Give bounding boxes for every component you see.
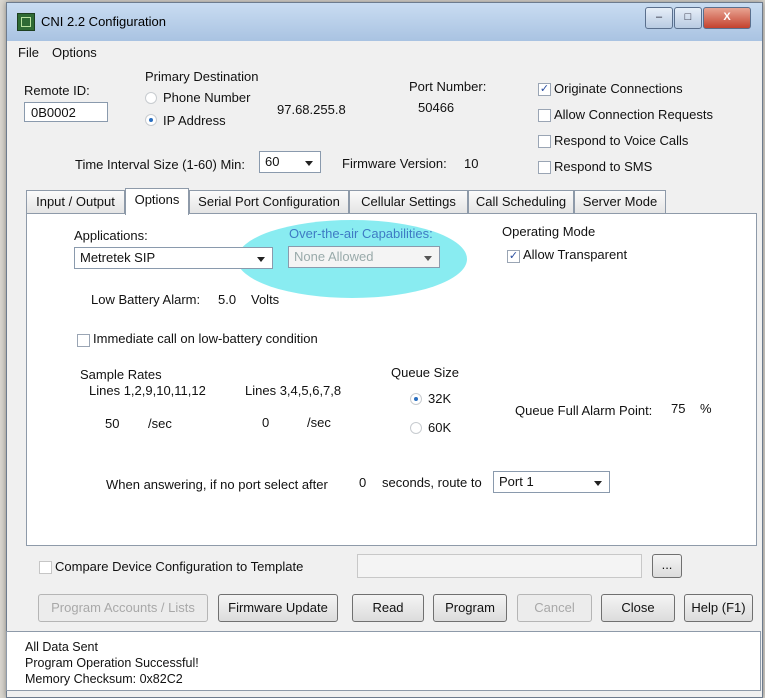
status-line: Program Operation Successful!: [25, 656, 199, 670]
compare-template-label: Compare Device Configuration to Template: [55, 559, 304, 574]
close-button[interactable]: Close: [601, 594, 675, 622]
allow-transparent-label: Allow Transparent: [523, 247, 628, 262]
tab-serial-port-configuration[interactable]: Serial Port Configuration: [189, 190, 349, 214]
chevron-down-icon: [424, 256, 432, 261]
rate-b-value[interactable]: 0: [262, 415, 269, 430]
ip-address-label: IP Address: [163, 113, 226, 128]
sample-rates-label: Sample Rates: [80, 367, 162, 382]
respond-sms-checkbox[interactable]: [538, 161, 551, 174]
program-button[interactable]: Program: [433, 594, 507, 622]
firmware-version-label: Firmware Version:: [342, 156, 447, 171]
chevron-down-icon: [305, 161, 313, 166]
route-port-value: Port 1: [499, 474, 534, 489]
tab-call-scheduling[interactable]: Call Scheduling: [468, 190, 574, 214]
ip-address-radio[interactable]: [145, 114, 157, 126]
respond-voice-calls-label: Respond to Voice Calls: [554, 133, 689, 148]
answer-seconds-value[interactable]: 0: [359, 475, 366, 490]
firmware-update-button[interactable]: Firmware Update: [218, 594, 338, 622]
phone-number-label: Phone Number: [163, 90, 251, 105]
maximize-button[interactable]: □: [674, 7, 702, 29]
allow-connection-requests-label: Allow Connection Requests: [554, 107, 713, 122]
menu-options[interactable]: Options: [52, 45, 97, 60]
route-port-select[interactable]: Port 1: [493, 471, 610, 493]
phone-number-radio[interactable]: [145, 92, 157, 104]
program-accounts-button[interactable]: Program Accounts / Lists: [38, 594, 208, 622]
answer-prefix-label: When answering, if no port select after: [106, 477, 328, 492]
primary-destination-label: Primary Destination: [145, 69, 259, 84]
chevron-down-icon: [257, 257, 265, 262]
tab-server-mode[interactable]: Server Mode: [574, 190, 666, 214]
tab-options[interactable]: Options: [125, 188, 189, 215]
low-battery-value[interactable]: 5.0: [218, 292, 236, 307]
ip-value[interactable]: 97.68.255.8: [277, 102, 346, 117]
firmware-version-value: 10: [464, 156, 479, 171]
queue-alarm-unit: %: [700, 401, 712, 416]
immediate-call-label: Immediate call on low-battery condition: [93, 331, 318, 346]
rate-a-unit: /sec: [148, 416, 172, 431]
allow-transparent-checkbox[interactable]: ✓: [507, 250, 520, 263]
queue-size-label: Queue Size: [391, 365, 459, 380]
chevron-down-icon: [594, 481, 602, 486]
compare-template-checkbox[interactable]: [39, 561, 52, 574]
menu-options-label: Options: [52, 45, 97, 60]
queue-60k-label: 60K: [428, 420, 452, 435]
menu-file-label: File: [18, 45, 39, 60]
operating-mode-label: Operating Mode: [502, 224, 596, 239]
menu-bar: File Options: [7, 41, 762, 63]
ota-select[interactable]: None Allowed: [288, 246, 440, 268]
close-window-button[interactable]: X: [703, 7, 751, 29]
port-number-value[interactable]: 50466: [418, 100, 454, 115]
minimize-button[interactable]: –: [645, 7, 673, 29]
title-bar[interactable]: CNI 2.2 Configuration – □ X: [7, 3, 762, 41]
status-line: All Data Sent: [25, 640, 98, 654]
cancel-button[interactable]: Cancel: [517, 594, 592, 622]
applications-value: Metretek SIP: [80, 250, 156, 265]
port-number-label: Port Number:: [409, 79, 487, 94]
read-button[interactable]: Read: [352, 594, 424, 622]
applications-select[interactable]: Metretek SIP: [74, 247, 273, 269]
remote-id-input[interactable]: 0B0002: [24, 102, 108, 122]
browse-template-button[interactable]: ...: [652, 554, 682, 578]
lines-a-label: Lines 1,2,9,10,11,12: [89, 383, 206, 398]
queue-60k-radio[interactable]: [410, 422, 422, 434]
time-interval-select[interactable]: 60: [259, 151, 321, 173]
ota-value: None Allowed: [294, 249, 374, 264]
lines-b-label: Lines 3,4,5,6,7,8: [245, 383, 342, 398]
immediate-call-checkbox[interactable]: [77, 334, 90, 347]
app-icon: [17, 13, 35, 31]
ota-label: Over-the-air Capabilities:: [289, 226, 433, 241]
allow-connection-requests-checkbox[interactable]: [538, 109, 551, 122]
window-title: CNI 2.2 Configuration: [41, 14, 167, 29]
status-line: Memory Checksum: 0x82C2: [25, 672, 183, 686]
applications-label: Applications:: [74, 228, 148, 243]
queue-32k-radio[interactable]: [410, 393, 422, 405]
queue-32k-label: 32K: [428, 391, 452, 406]
main-window: CNI 2.2 Configuration – □ X File Options…: [6, 2, 763, 698]
rate-a-value[interactable]: 50: [105, 416, 119, 431]
rate-b-unit: /sec: [307, 415, 331, 430]
status-log[interactable]: All Data Sent Program Operation Successf…: [6, 631, 761, 691]
tab-input-output[interactable]: Input / Output: [26, 190, 125, 214]
originate-connections-label: Originate Connections: [554, 81, 683, 96]
respond-voice-calls-checkbox[interactable]: [538, 135, 551, 148]
respond-sms-label: Respond to SMS: [554, 159, 653, 174]
low-battery-label: Low Battery Alarm:: [91, 292, 201, 307]
low-battery-unit: Volts: [251, 292, 280, 307]
queue-alarm-label: Queue Full Alarm Point:: [515, 403, 653, 418]
time-interval-value: 60: [265, 154, 280, 169]
queue-alarm-value[interactable]: 75: [671, 401, 685, 416]
remote-id-label: Remote ID:: [24, 83, 90, 98]
originate-connections-checkbox[interactable]: ✓: [538, 83, 551, 96]
template-path-input[interactable]: [357, 554, 642, 578]
help-button[interactable]: Help (F1): [684, 594, 753, 622]
time-interval-label: Time Interval Size (1-60) Min:: [75, 157, 246, 172]
answer-suffix-label: seconds, route to: [382, 475, 482, 490]
menu-file[interactable]: File: [18, 45, 39, 60]
tab-cellular-settings[interactable]: Cellular Settings: [349, 190, 468, 214]
